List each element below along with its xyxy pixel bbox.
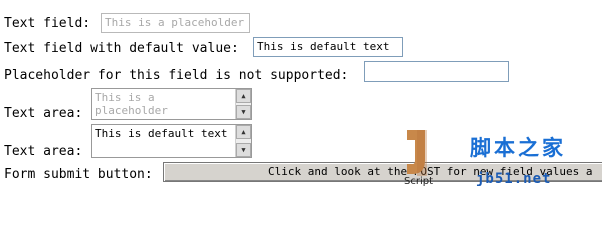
watermark-brand: 脚本之家 bbox=[470, 136, 566, 160]
text-field-label: Text field: bbox=[4, 16, 91, 31]
textarea-placeholder-scrollbar[interactable]: ▲ ▼ bbox=[235, 89, 251, 119]
textarea-default[interactable]: This is default text ▲ ▼ bbox=[91, 124, 252, 158]
jb51-logo-icon bbox=[407, 130, 427, 176]
textarea-placeholder-label: Text area: bbox=[4, 106, 83, 121]
textarea-placeholder-text: This is a placeholder bbox=[95, 91, 168, 117]
unsupported-placeholder-field[interactable] bbox=[364, 61, 509, 82]
unsupported-placeholder-field-label: Placeholder for this field is not suppor… bbox=[4, 68, 349, 83]
text-field-placeholder: This is a placeholder bbox=[105, 16, 245, 29]
watermark-script-text: Script bbox=[404, 176, 434, 187]
textarea-default-label: Text area: bbox=[4, 144, 83, 159]
watermark-site: jb51.net bbox=[476, 171, 552, 187]
scroll-down-icon[interactable]: ▼ bbox=[236, 105, 251, 119]
text-field[interactable]: This is a placeholder bbox=[101, 13, 250, 33]
scroll-up-icon[interactable]: ▲ bbox=[236, 125, 251, 139]
textarea-default-scrollbar[interactable]: ▲ ▼ bbox=[235, 125, 251, 157]
default-value-field-text: This is default text bbox=[257, 40, 390, 53]
submit-button-label: Form submit button: bbox=[4, 167, 153, 182]
textarea-default-text: This is default text bbox=[95, 127, 228, 140]
scroll-up-icon[interactable]: ▲ bbox=[236, 89, 251, 103]
scroll-down-icon[interactable]: ▼ bbox=[236, 143, 251, 157]
default-value-field[interactable]: This is default text bbox=[253, 37, 403, 57]
default-value-field-label: Text field with default value: bbox=[4, 41, 239, 56]
textarea-placeholder[interactable]: This is a placeholder ▲ ▼ bbox=[91, 88, 252, 120]
